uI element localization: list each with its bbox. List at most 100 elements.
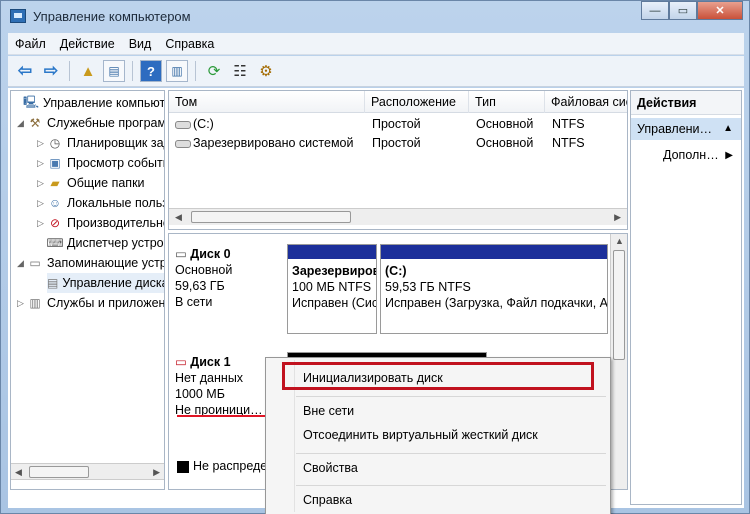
scroll-left-icon[interactable]: ◀ <box>175 212 182 223</box>
tree-item-shared-folders[interactable]: ▷ ▰ Общие папки <box>37 173 145 193</box>
volume-icon <box>175 120 191 129</box>
tree-item-performance[interactable]: ▷ ⊘ Производительность <box>37 213 164 233</box>
tree-item-label: Планировщик заданий <box>67 136 164 150</box>
scroll-left-icon[interactable]: ◀ <box>15 467 22 478</box>
more-actions-item[interactable]: Дополнительные действия <box>663 148 719 162</box>
tree-item-storage[interactable]: ◢ ▭ Запоминающие устройства <box>17 253 164 273</box>
menu-bar: Файл Действие Вид Справка <box>8 33 744 55</box>
disk-settings-icon[interactable]: ⚙ <box>255 60 277 82</box>
menu-action[interactable]: Действие <box>53 37 122 51</box>
menu-view[interactable]: Вид <box>122 37 159 51</box>
partition-c[interactable]: (C:) 59,53 ГБ NTFS Исправен (Загрузка, Ф… <box>380 244 608 334</box>
scroll-right-icon[interactable]: ▶ <box>614 212 621 223</box>
scroll-up-icon[interactable]: ▲ <box>615 236 624 246</box>
submenu-arrow-icon[interactable]: ▶ <box>725 150 733 161</box>
scroll-thumb[interactable] <box>191 211 351 223</box>
clock-icon: ◷ <box>49 136 61 150</box>
partition-system-reserved[interactable]: Зарезервировано системой 100 МБ NTFS Исп… <box>287 244 377 334</box>
column-layout[interactable]: Расположение <box>365 91 469 113</box>
storage-icon: ▭ <box>29 256 41 270</box>
list-header: Том Расположение Тип Файловая система <box>169 91 627 113</box>
disk0-name: Диск 0 <box>190 247 231 261</box>
disk1-size: 1000 МБ <box>175 387 225 401</box>
show-hide-tree-icon[interactable]: ▤ <box>103 60 125 82</box>
scroll-thumb[interactable] <box>613 250 625 360</box>
forward-arrow-icon[interactable]: ⇨ <box>40 60 62 82</box>
refresh-icon[interactable]: ⟳ <box>203 60 225 82</box>
cell-volume: (C:) <box>193 117 214 131</box>
actions-title: Действия <box>631 91 741 115</box>
expand-arrow-icon: ▷ <box>37 197 44 208</box>
menu-separator <box>296 396 606 397</box>
table-row[interactable]: (C:) Простой Основной NTFS <box>169 116 627 135</box>
back-arrow-icon[interactable]: ⇦ <box>14 60 36 82</box>
toolbar: ⇦ ⇨ ▲ ▤ ? ▥ ⟳ ☷ ⚙ <box>8 56 744 87</box>
disk1-label[interactable]: ▭ Диск 1 Нет данных 1000 МБ Не проинициа… <box>175 354 275 418</box>
cell-fs: NTFS <box>552 117 585 131</box>
tree-item-event-viewer[interactable]: ▷ ▣ Просмотр событий <box>37 153 164 173</box>
disk1-type: Нет данных <box>175 371 244 385</box>
menu-item-detach-vhd[interactable]: Отсоединить виртуальный жесткий диск <box>303 428 538 442</box>
disk0-status: В сети <box>175 295 213 309</box>
tree-horizontal-scrollbar[interactable]: ◀ ▶ <box>11 463 164 480</box>
cell-layout: Простой <box>372 117 421 131</box>
menu-file[interactable]: Файл <box>8 37 53 51</box>
disk0-type: Основной <box>175 263 233 277</box>
disk0-label[interactable]: ▭ Диск 0 Основной 59,63 ГБ В сети <box>175 246 280 310</box>
menu-separator <box>296 485 606 486</box>
toolbar-separator <box>132 61 133 81</box>
volume-list: Том Расположение Тип Файловая система (C… <box>168 90 628 230</box>
collapse-arrow-icon: ◢ <box>17 117 24 128</box>
computer-icon: 🖳 <box>23 94 40 109</box>
console-tree: 🖳 Управление компьютером (локальным) ◢ ⚒… <box>10 90 165 490</box>
action-pane-icon[interactable]: ▥ <box>166 60 188 82</box>
users-icon: ☺ <box>48 196 62 210</box>
tree-item-local-users[interactable]: ▷ ☺ Локальные пользователи <box>37 193 164 213</box>
up-folder-icon[interactable]: ▲ <box>77 60 99 82</box>
menu-item-help[interactable]: Справка <box>303 493 352 507</box>
more-actions-label: Дополнительные действия <box>663 148 719 162</box>
title-bar: Управление компьютером — ▭ ✕ <box>1 1 749 33</box>
tree-item-disk-management[interactable]: ▤ Управление дисками <box>47 273 164 293</box>
highlight-box <box>282 362 594 390</box>
actions-section-label: Управление дисками <box>637 122 717 136</box>
help-icon[interactable]: ? <box>140 60 162 82</box>
tree-item-services[interactable]: ▷ ▥ Службы и приложения <box>17 293 164 313</box>
actions-section-disk-management[interactable]: Управление дисками ▲ <box>631 118 741 140</box>
list-horizontal-scrollbar[interactable]: ◀ ▶ <box>169 208 627 225</box>
column-type[interactable]: Тип <box>469 91 545 113</box>
menu-item-properties[interactable]: Свойства <box>303 461 358 475</box>
tree-item-system-tools[interactable]: ◢ ⚒ Служебные программы <box>17 113 164 133</box>
app-window: Управление компьютером — ▭ ✕ Файл Действ… <box>0 0 750 514</box>
column-file-system[interactable]: Файловая система <box>545 91 627 113</box>
window-controls: — ▭ ✕ <box>641 1 743 20</box>
menu-item-offline[interactable]: Вне сети <box>303 404 354 418</box>
collapse-arrow-icon: ◢ <box>17 257 24 268</box>
properties-icon[interactable]: ☷ <box>229 60 251 82</box>
menu-help[interactable]: Справка <box>158 37 221 51</box>
collapse-up-icon[interactable]: ▲ <box>723 123 733 134</box>
disk-warning-icon: ▭ <box>175 355 187 369</box>
table-row[interactable]: Зарезервировано системой Простой Основно… <box>169 135 627 154</box>
menu-separator <box>296 453 606 454</box>
tree-item-device-manager[interactable]: ⌨ Диспетчер устройств <box>46 233 164 253</box>
volume-icon <box>175 139 191 148</box>
scroll-thumb[interactable] <box>29 466 89 478</box>
legend-unallocated-swatch <box>177 461 189 473</box>
partition-bar <box>381 245 607 259</box>
column-volume[interactable]: Том <box>169 91 365 113</box>
tree-item-task-scheduler[interactable]: ▷ ◷ Планировщик заданий <box>37 133 164 153</box>
minimize-button[interactable]: — <box>641 1 669 20</box>
expand-arrow-icon: ▷ <box>37 217 44 228</box>
partition-size: 59,53 ГБ NTFS <box>385 280 471 294</box>
scroll-right-icon[interactable]: ▶ <box>153 467 160 478</box>
partition-name: Зарезервировано системой <box>292 264 376 278</box>
disk-view-vertical-scrollbar[interactable]: ▲ <box>610 234 627 489</box>
tree-item-root[interactable]: 🖳 Управление компьютером (локальным) <box>13 93 165 113</box>
disk1-name: Диск 1 <box>190 355 231 369</box>
tree-item-label: Управление компьютером (локальным) <box>43 96 165 110</box>
close-button[interactable]: ✕ <box>697 1 743 20</box>
expand-arrow-icon: ▷ <box>37 157 44 168</box>
cell-layout: Простой <box>372 136 421 150</box>
maximize-button[interactable]: ▭ <box>669 1 697 20</box>
